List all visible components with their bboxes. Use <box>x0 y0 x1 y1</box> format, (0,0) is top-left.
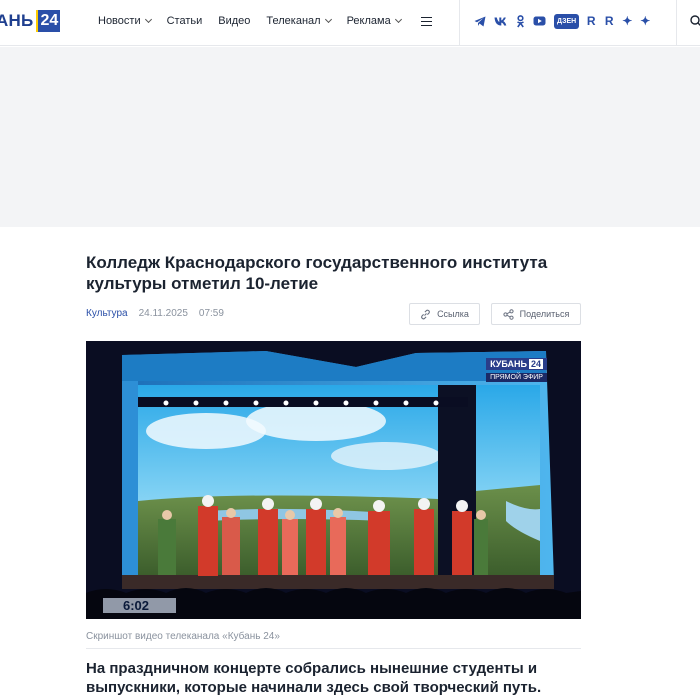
chevron-down-icon <box>324 15 332 24</box>
image-caption: Скриншот видео телеканала «Кубань 24» <box>86 631 280 642</box>
nav-item-label: Реклама <box>346 15 391 27</box>
nav-item-label: Новости <box>98 15 141 27</box>
header-divider <box>459 0 460 46</box>
chevron-down-icon <box>144 15 152 24</box>
channel-logo: КУБАНЬ 24 <box>486 358 547 370</box>
header-divider <box>676 0 677 46</box>
nav-item-label: Статьи <box>166 15 203 27</box>
nav-item-articles[interactable]: Статьи <box>167 15 203 27</box>
nav-item-label: Видео <box>218 15 251 27</box>
sparkle-icon[interactable]: ✦ <box>622 13 632 29</box>
copy-link-button[interactable]: Ссылка <box>409 303 480 325</box>
youtube-icon[interactable] <box>533 13 546 29</box>
nav-item-label: Телеканал <box>266 15 321 27</box>
share-button[interactable]: Поделиться <box>491 303 581 325</box>
video-timecode: 6:02 <box>103 598 176 613</box>
copy-link-label: Ссылка <box>437 309 469 319</box>
ad-banner-area <box>0 47 700 227</box>
odnoklassniki-icon[interactable] <box>515 13 525 29</box>
caption-divider <box>86 648 581 649</box>
category-link[interactable]: Культура <box>86 308 128 319</box>
link-icon <box>420 309 431 320</box>
rutube-icon[interactable]: R <box>586 13 596 29</box>
search-icon[interactable] <box>690 14 700 32</box>
video-still-image <box>86 341 581 619</box>
site-logo[interactable]: АНЬ 24 <box>0 10 61 32</box>
article-lead: На праздничном концерте собрались нынешн… <box>86 660 542 696</box>
nav-item-tv-channel[interactable]: Телеканал <box>266 15 332 27</box>
article-title: Колледж Краснодарского государственного … <box>86 253 548 293</box>
dzen-icon[interactable]: ДЗЕН <box>554 13 580 29</box>
publish-date: 24.11.2025 <box>138 308 188 319</box>
logo-number: 24 <box>36 10 61 32</box>
channel-watermark: КУБАНЬ 24 ПРЯМОЙ ЭФИР <box>486 354 547 382</box>
live-label: ПРЯМОЙ ЭФИР <box>486 373 547 382</box>
publish-time: 07:59 <box>198 308 224 319</box>
video-player[interactable]: КУБАНЬ 24 ПРЯМОЙ ЭФИР 6:02 <box>86 341 581 619</box>
telegram-icon[interactable] <box>474 13 486 29</box>
nav-item-news[interactable]: Новости <box>98 15 152 27</box>
rutube-alt-icon[interactable]: R <box>604 13 614 29</box>
channel-number: 24 <box>528 359 543 369</box>
nav-item-advertising[interactable]: Реклама <box>346 15 402 27</box>
main-nav: Новости Статьи Видео Телеканал Реклама <box>98 0 432 42</box>
channel-name: КУБАНЬ <box>490 359 527 369</box>
vk-icon[interactable] <box>494 13 507 29</box>
nav-item-video[interactable]: Видео <box>218 15 250 27</box>
logo-text: АНЬ <box>0 11 34 30</box>
social-links: ДЗЕН R R ✦ ✦ <box>474 12 658 30</box>
sparkle-alt-icon[interactable]: ✦ <box>640 13 650 29</box>
share-icon <box>503 308 514 320</box>
chevron-down-icon <box>394 15 402 24</box>
site-header: АНЬ 24 Новости Статьи Видео Телеканал Ре… <box>0 0 700 46</box>
share-label: Поделиться <box>519 309 570 319</box>
article-meta: Культура 24.11.2025 07:59 <box>86 308 224 319</box>
menu-icon[interactable] <box>420 16 432 26</box>
